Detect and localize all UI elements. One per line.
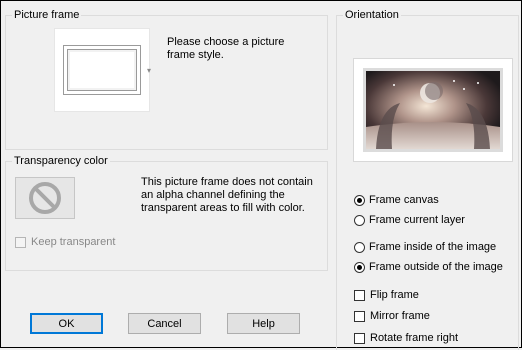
radio-frame-inside-dot[interactable]	[354, 241, 365, 253]
frame-preview-image	[353, 58, 513, 162]
radio-frame-inside-label: Frame inside of the image	[369, 241, 497, 253]
radio-frame-canvas-label: Frame canvas	[369, 194, 439, 206]
flip-frame-box[interactable]	[354, 289, 365, 301]
frame-style-thumbnail	[63, 45, 141, 95]
flip-frame-label: Flip frame	[370, 289, 419, 301]
radio-frame-outside-label: Frame outside of the image	[369, 261, 503, 273]
mirror-frame-box[interactable]	[354, 310, 365, 322]
mirror-frame-checkbox[interactable]: Mirror frame	[354, 310, 430, 322]
rotate-frame-right-checkbox[interactable]: Rotate frame right	[354, 332, 458, 344]
frame-style-instruction: Please choose a picture frame style.	[167, 36, 285, 61]
rotate-frame-right-label: Rotate frame right	[370, 332, 459, 344]
no-entry-icon	[29, 182, 61, 214]
radio-frame-outside-dot[interactable]	[354, 261, 365, 273]
keep-transparent-checkbox[interactable]: Keep transparent	[15, 236, 115, 248]
frame-style-selector[interactable]	[54, 28, 150, 112]
radio-frame-canvas[interactable]: Frame canvas	[354, 194, 439, 206]
radio-frame-inside[interactable]: Frame inside of the image	[354, 241, 496, 253]
transparency-color-swatch[interactable]	[15, 177, 75, 219]
transparency-info-text: This picture frame does not contain an a…	[141, 176, 313, 214]
transparency-color-group: Transparency color This picture frame do…	[5, 154, 328, 271]
help-button[interactable]: Help	[227, 313, 300, 334]
flip-frame-checkbox[interactable]: Flip frame	[354, 289, 419, 301]
orientation-group-title: Orientation	[343, 8, 401, 22]
radio-frame-current-layer-label: Frame current layer	[369, 214, 465, 226]
radio-frame-outside[interactable]: Frame outside of the image	[354, 261, 503, 273]
picture-frame-dialog: Picture frame ▾ Please choose a picture …	[0, 0, 522, 350]
mirror-frame-label: Mirror frame	[370, 310, 430, 322]
radio-frame-current-layer[interactable]: Frame current layer	[354, 214, 465, 226]
picture-frame-group: Picture frame ▾ Please choose a picture …	[5, 8, 328, 150]
keep-transparent-label: Keep transparent	[31, 236, 116, 248]
rotate-frame-right-box[interactable]	[354, 332, 365, 344]
radio-frame-canvas-dot[interactable]	[354, 194, 365, 206]
picture-frame-group-title: Picture frame	[12, 8, 82, 22]
keep-transparent-box[interactable]	[15, 236, 26, 248]
cancel-button[interactable]: Cancel	[128, 313, 201, 334]
orientation-group: Orientation Frame canvas Frame current l…	[336, 8, 519, 350]
radio-frame-current-layer-dot[interactable]	[354, 214, 365, 226]
transparency-group-title: Transparency color	[12, 154, 110, 168]
ok-button[interactable]: OK	[30, 313, 103, 334]
chevron-down-icon[interactable]: ▾	[147, 66, 151, 75]
